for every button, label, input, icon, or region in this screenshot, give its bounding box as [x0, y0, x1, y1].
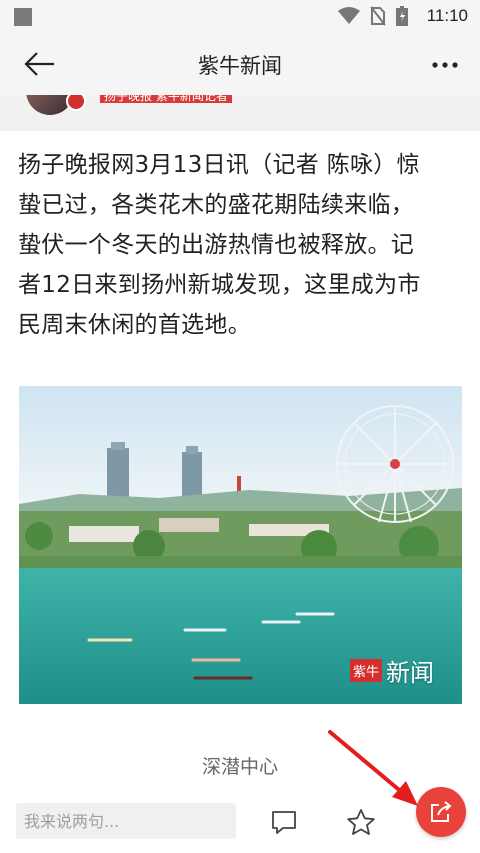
page-title: 紫牛新闻	[198, 54, 282, 78]
article-line: 扬子晚报网3月13日讯（记者 陈咏）惊	[18, 152, 420, 178]
more-button[interactable]	[428, 51, 462, 79]
article-line: 者12日来到扬州新城发现，这里成为市	[18, 272, 421, 298]
status-icons	[338, 6, 408, 26]
article-body: 扬子晚报网3月13日讯（记者 陈咏）惊 蛰已过，各类花木的盛花期陆续来临， 蛰伏…	[18, 145, 464, 345]
photo-watermark: 紫牛 新闻	[349, 653, 434, 688]
article-photo[interactable]: 紫牛 新闻	[19, 386, 462, 704]
author-tag: 扬子晚报 紫牛新闻记者	[100, 95, 232, 103]
section-label: 深潜中心	[201, 756, 278, 778]
favorite-button[interactable]	[345, 806, 377, 838]
verified-badge-icon	[66, 95, 86, 111]
share-icon	[431, 801, 452, 822]
author-strip: 扬子晚报 紫牛新闻记者	[0, 95, 480, 131]
article-line: 蛰已过，各类花木的盛花期陆续来临，	[18, 192, 415, 218]
wifi-icon	[338, 7, 360, 24]
bottom-bar	[0, 787, 480, 853]
comment-icon	[272, 811, 296, 834]
app-header: 紫牛新闻	[0, 33, 480, 95]
watermark-text: 新闻	[386, 659, 434, 687]
article-line: 蛰伏一个冬天的出游热情也被释放。记	[18, 232, 415, 258]
comment-button[interactable]	[268, 806, 300, 838]
watermark-logo: 紫牛	[349, 659, 382, 682]
share-button[interactable]	[416, 787, 466, 837]
battery-icon	[396, 6, 408, 26]
star-icon	[347, 809, 375, 835]
article-line: 民周末休闲的首选地。	[18, 312, 251, 338]
more-dots-icon	[432, 62, 458, 68]
notification-icon	[14, 8, 32, 26]
no-sim-icon	[370, 6, 386, 26]
comment-input[interactable]	[16, 803, 236, 839]
status-bar: 11:10	[0, 0, 480, 33]
status-time: 11:10	[426, 6, 468, 25]
